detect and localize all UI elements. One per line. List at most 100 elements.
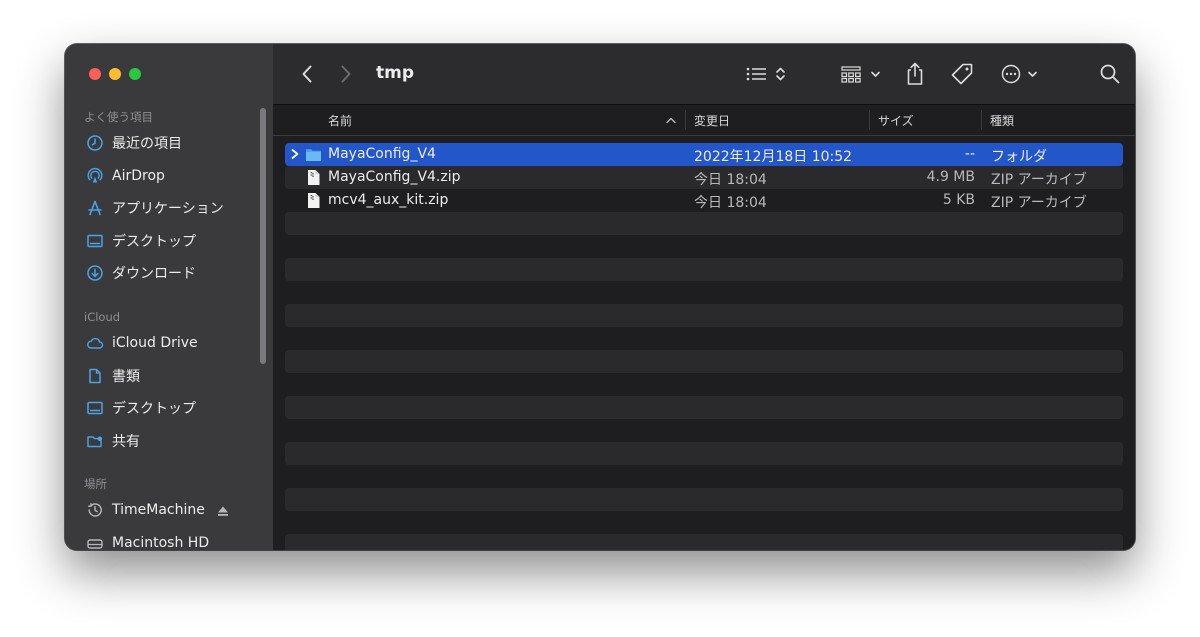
- sidebar-item-label: デスクトップ: [112, 401, 196, 417]
- disk-icon: [85, 534, 104, 550]
- empty-row: [285, 373, 1123, 396]
- search-icon: [1100, 64, 1120, 84]
- file-row-mayaconfig-v4[interactable]: MayaConfig_V4 2022年12月18日 10:52 -- フォルダ: [285, 143, 1123, 166]
- share-icon: [907, 62, 923, 85]
- empty-row: [285, 396, 1123, 419]
- list-view-icon: [746, 67, 785, 81]
- share-button[interactable]: [903, 60, 927, 88]
- ellipsis-circle-icon: [1001, 64, 1037, 84]
- empty-row: [285, 281, 1123, 304]
- clock-icon: [85, 134, 104, 152]
- sidebar-item-applications[interactable]: アプリケーション: [85, 196, 224, 220]
- file-row-mayaconfig-v4-zip[interactable]: MayaConfig_V4.zip 今日 18:04 4.9 MB ZIP アー…: [285, 166, 1123, 189]
- sidebar-item-desktop[interactable]: デスクトップ: [85, 229, 196, 253]
- empty-row: [285, 488, 1123, 511]
- folder-icon: [306, 149, 321, 161]
- window-controls: [89, 68, 141, 80]
- sidebar-item-label: アプリケーション: [112, 201, 224, 217]
- column-divider[interactable]: [981, 110, 982, 130]
- file-row-mcv4-aux-kit-zip[interactable]: mcv4_aux_kit.zip 今日 18:04 5 KB ZIP アーカイブ: [285, 189, 1123, 212]
- file-kind: フォルダ: [991, 149, 1047, 165]
- tag-icon: [951, 63, 973, 85]
- file-name: MayaConfig_V4.zip: [328, 169, 461, 185]
- close-button[interactable]: [89, 68, 101, 80]
- sidebar-item-label: ダウンロード: [112, 266, 196, 282]
- shared-folder-icon: [85, 432, 104, 450]
- applications-icon: [85, 199, 104, 217]
- column-name-header[interactable]: 名前: [328, 112, 352, 129]
- column-size-header[interactable]: サイズ: [878, 112, 914, 129]
- empty-row: [285, 534, 1123, 550]
- column-header: 名前 変更日 サイズ 種類: [273, 105, 1135, 136]
- eject-icon[interactable]: [216, 504, 230, 518]
- file-name: mcv4_aux_kit.zip: [328, 192, 449, 208]
- file-date: 今日 18:04: [694, 195, 767, 211]
- file-name: MayaConfig_V4: [328, 146, 436, 162]
- more-actions-button[interactable]: [999, 62, 1043, 86]
- sidebar-item-recents[interactable]: 最近の項目: [85, 131, 182, 155]
- empty-row: [285, 212, 1123, 235]
- chevron-right-icon: [341, 65, 351, 83]
- column-divider[interactable]: [869, 110, 870, 130]
- sidebar-item-documents[interactable]: 書類: [85, 364, 140, 388]
- empty-row: [285, 258, 1123, 281]
- sidebar-item-macintosh-hd[interactable]: Macintosh HD: [85, 531, 209, 550]
- sidebar-item-label: TimeMachine: [112, 502, 205, 518]
- column-divider[interactable]: [685, 110, 686, 130]
- file-size: --: [964, 146, 975, 162]
- file-kind: ZIP アーカイブ: [991, 172, 1087, 188]
- sidebar-scrollbar[interactable]: [260, 108, 266, 364]
- column-kind-header[interactable]: 種類: [990, 112, 1014, 129]
- sidebar-section-locations: 場所: [84, 477, 107, 491]
- sidebar-item-icloud-desktop[interactable]: デスクトップ: [85, 396, 196, 420]
- disclosure-triangle-icon[interactable]: [289, 147, 301, 161]
- column-date-header[interactable]: 変更日: [694, 112, 730, 129]
- view-options-button[interactable]: [743, 63, 793, 85]
- back-button[interactable]: [295, 62, 319, 86]
- chevron-left-icon: [302, 65, 312, 83]
- grid-group-icon: [841, 66, 880, 83]
- toolbar: tmp: [273, 44, 1135, 105]
- file-kind: ZIP アーカイブ: [991, 195, 1087, 211]
- empty-row: [285, 235, 1123, 258]
- zip-file-icon: [308, 193, 320, 208]
- finder-window: よく使う項目 最近の項目 AirDrop アプリケーション デスクトップ ダウン…: [65, 44, 1135, 550]
- main-pane: tmp 名前 変更日 サイズ 種類 MayaConfig_V4 2022年12月…: [273, 44, 1135, 550]
- minimize-button[interactable]: [109, 68, 121, 80]
- sidebar-item-label: iCloud Drive: [112, 335, 198, 351]
- sidebar-item-label: 最近の項目: [112, 136, 182, 152]
- sort-ascending-icon[interactable]: [665, 116, 677, 124]
- empty-row: [285, 465, 1123, 488]
- file-date: 2022年12月18日 10:52: [694, 149, 853, 165]
- empty-row: [285, 511, 1123, 534]
- tag-button[interactable]: [949, 61, 975, 87]
- empty-row: [285, 350, 1123, 373]
- zoom-button[interactable]: [129, 68, 141, 80]
- sidebar: よく使う項目 最近の項目 AirDrop アプリケーション デスクトップ ダウン…: [65, 44, 274, 550]
- empty-row: [285, 304, 1123, 327]
- cloud-icon: [85, 334, 104, 352]
- group-button[interactable]: [839, 63, 885, 85]
- sidebar-item-timemachine[interactable]: TimeMachine: [85, 498, 205, 522]
- zip-file-icon: [308, 170, 320, 185]
- sidebar-item-label: AirDrop: [112, 168, 165, 184]
- sidebar-section-favorites: よく使う項目: [84, 110, 153, 124]
- document-icon: [85, 367, 104, 385]
- empty-row: [285, 442, 1123, 465]
- file-size: 4.9 MB: [926, 169, 975, 185]
- forward-button[interactable]: [334, 62, 358, 86]
- sidebar-item-airdrop[interactable]: AirDrop: [85, 164, 165, 188]
- sidebar-item-icloud-drive[interactable]: iCloud Drive: [85, 331, 198, 355]
- sidebar-item-shared[interactable]: 共有: [85, 429, 140, 453]
- desktop-icon: [85, 232, 104, 250]
- empty-row: [285, 419, 1123, 442]
- sidebar-item-label: Macintosh HD: [112, 535, 210, 550]
- sidebar-section-icloud: iCloud: [84, 310, 121, 324]
- file-size: 5 KB: [942, 192, 975, 208]
- file-date: 今日 18:04: [694, 172, 767, 188]
- sidebar-item-downloads[interactable]: ダウンロード: [85, 261, 196, 285]
- download-icon: [85, 264, 104, 282]
- sidebar-item-label: 書類: [112, 369, 140, 385]
- search-button[interactable]: [1098, 62, 1122, 86]
- desktop-icon: [85, 399, 104, 417]
